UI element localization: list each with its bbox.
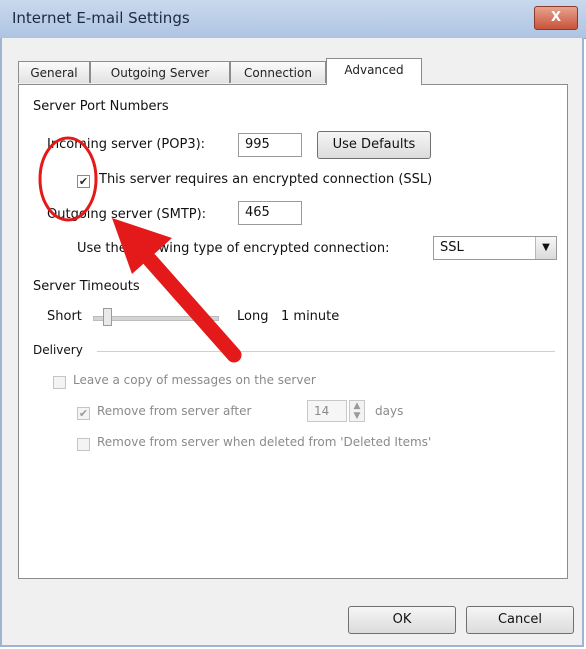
encryption-type-value: SSL <box>440 240 464 255</box>
window-title: Internet E-mail Settings <box>12 9 190 27</box>
tab-advanced[interactable]: Advanced <box>326 58 422 85</box>
cancel-button[interactable]: Cancel <box>466 606 574 634</box>
outgoing-server-label: Outgoing server (SMTP): <box>47 207 207 222</box>
ssl-checkbox-label: This server requires an encrypted connec… <box>99 172 433 187</box>
leave-copy-checkbox[interactable] <box>53 376 66 389</box>
server-port-numbers-heading: Server Port Numbers <box>33 99 169 114</box>
remove-after-days-input[interactable]: 14 <box>307 400 347 422</box>
ssl-checkbox[interactable]: ✔ <box>77 175 90 188</box>
timeout-short-label: Short <box>47 309 82 324</box>
server-timeouts-heading: Server Timeouts <box>33 279 140 294</box>
tab-outgoing-server[interactable]: Outgoing Server <box>90 61 230 83</box>
incoming-server-label: Incoming server (POP3): <box>47 137 206 152</box>
timeout-long-label: Long <box>237 309 269 324</box>
encryption-type-label: Use the following type of encrypted conn… <box>77 241 390 256</box>
remove-after-label: Remove from server after <box>97 404 252 418</box>
remove-after-checkbox[interactable]: ✔ <box>77 407 90 420</box>
title-bar: Internet E-mail Settings X <box>0 0 586 39</box>
days-label: days <box>375 404 404 418</box>
advanced-panel: Server Port Numbers Incoming server (POP… <box>18 84 568 579</box>
timeout-value-label: 1 minute <box>281 309 340 324</box>
remove-deleted-label: Remove from server when deleted from 'De… <box>97 435 432 449</box>
chevron-down-icon[interactable]: ▼ <box>535 237 556 259</box>
tab-connection[interactable]: Connection <box>230 61 326 83</box>
encryption-type-select[interactable]: SSL ▼ <box>433 236 557 260</box>
spin-arrows-icon[interactable]: ▲ ▼ <box>349 400 365 422</box>
tab-general[interactable]: General <box>18 61 90 83</box>
outgoing-port-input[interactable]: 465 <box>238 201 302 225</box>
ok-button[interactable]: OK <box>348 606 456 634</box>
timeout-slider-thumb[interactable] <box>103 308 112 326</box>
close-button[interactable]: X <box>534 6 578 30</box>
leave-copy-label: Leave a copy of messages on the server <box>73 373 316 387</box>
delivery-heading: Delivery <box>33 343 83 357</box>
remove-deleted-checkbox[interactable] <box>77 438 90 451</box>
use-defaults-button[interactable]: Use Defaults <box>317 131 431 159</box>
delivery-divider <box>97 351 555 352</box>
incoming-port-input[interactable]: 995 <box>238 133 302 157</box>
